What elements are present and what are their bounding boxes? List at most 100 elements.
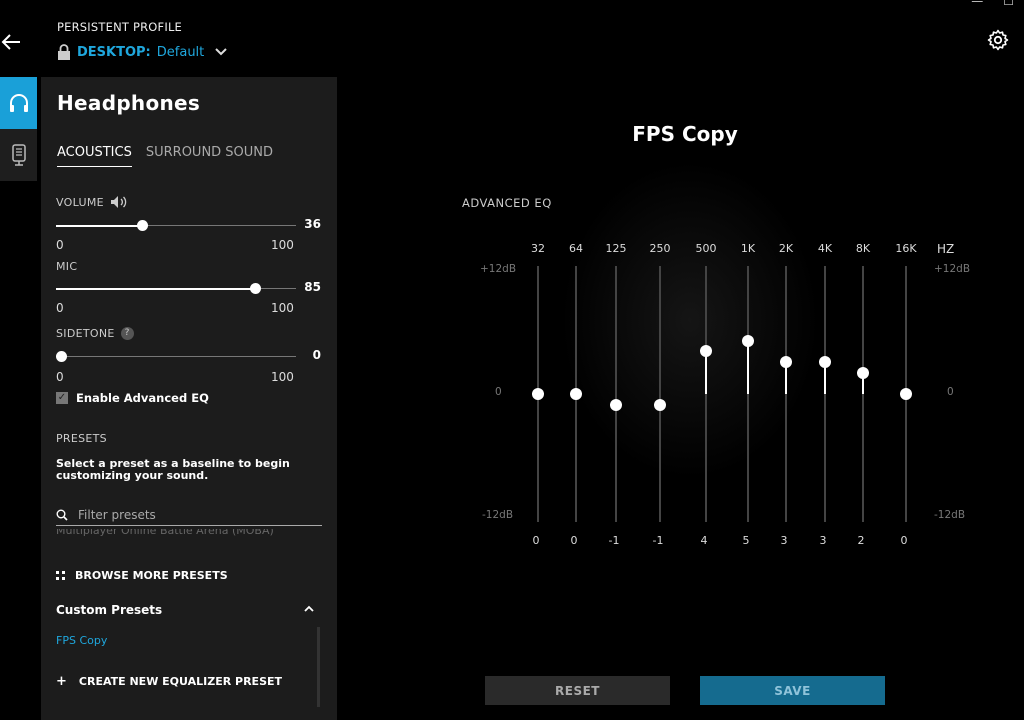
eq-track	[747, 266, 749, 522]
sidetone-value: 0	[312, 348, 321, 362]
browse-more-presets-button[interactable]: BROWSE MORE PRESETS	[56, 569, 228, 582]
eq-track	[659, 266, 661, 522]
volume-slider[interactable]	[56, 220, 296, 232]
advanced-eq-label: ADVANCED EQ	[462, 196, 552, 210]
grid-icon	[56, 571, 65, 580]
eq-gain-value: 0	[570, 534, 578, 547]
sidetone-label: SIDETONE	[56, 327, 115, 340]
mic-slider[interactable]	[56, 283, 296, 295]
window-controls: — ☐	[971, 0, 1014, 8]
custom-preset-item[interactable]: FPS Copy	[56, 634, 107, 647]
scale-mid-left: 0	[495, 386, 502, 398]
help-icon[interactable]: ?	[120, 327, 134, 340]
mic-value: 85	[304, 280, 321, 294]
eq-handle[interactable]	[900, 388, 912, 400]
sidetone-slider[interactable]	[56, 351, 296, 363]
eq-frequency-label: 125	[605, 242, 627, 255]
advanced-eq-label: Enable Advanced EQ	[76, 391, 209, 405]
eq-handle[interactable]	[857, 366, 869, 379]
preset-list-item[interactable]: Multiplayer Online Battle Arena (MOBA)	[56, 529, 274, 539]
maximize-icon[interactable]: ☐	[1003, 0, 1014, 8]
eq-gain-value: 3	[819, 534, 827, 547]
device-tab-rail	[0, 77, 37, 181]
scale-top-right: +12dB	[934, 263, 971, 275]
eq-track	[824, 266, 826, 522]
panel-scrollbar[interactable]	[317, 627, 320, 707]
eq-band-16k[interactable]	[896, 266, 916, 522]
eq-track	[785, 266, 787, 522]
headphones-icon	[9, 94, 28, 112]
hz-label: HZ	[937, 242, 955, 256]
custom-presets-heading[interactable]: Custom Presets	[56, 603, 162, 617]
tab-acoustics[interactable]: ACOUSTICS	[57, 145, 132, 167]
mic-min: 0	[56, 301, 64, 315]
chevron-up-icon[interactable]	[303, 604, 315, 614]
tab-surround-sound[interactable]: SURROUND SOUND	[146, 145, 273, 167]
volume-label: VOLUME	[56, 195, 104, 209]
eq-track	[705, 266, 707, 522]
eq-gain-value: 0	[900, 534, 908, 547]
microphone-icon	[11, 144, 26, 166]
gear-icon[interactable]	[986, 28, 1010, 52]
lock-icon	[58, 44, 70, 60]
eq-handle[interactable]	[532, 388, 544, 400]
create-preset-button[interactable]: + CREATE NEW EQUALIZER PRESET	[56, 674, 282, 689]
eq-frequency-label: 500	[695, 242, 717, 255]
eq-band-32[interactable]	[528, 266, 548, 522]
scale-bottom-left: -12dB	[482, 509, 514, 521]
eq-gain-value: -1	[652, 534, 664, 547]
eq-frequency-label: 8K	[855, 242, 871, 255]
eq-band-64[interactable]	[566, 266, 586, 522]
minimize-icon[interactable]: —	[971, 0, 983, 8]
eq-band-250[interactable]	[650, 266, 670, 522]
save-button[interactable]: SAVE	[700, 676, 885, 705]
scale-top-left: +12dB	[480, 263, 517, 275]
eq-frequency-label: 4K	[817, 242, 833, 255]
back-arrow-icon[interactable]	[0, 30, 24, 54]
reset-button[interactable]: RESET	[485, 676, 670, 705]
eq-handle[interactable]	[610, 398, 622, 411]
eq-band-4k[interactable]	[815, 266, 835, 522]
eq-gain-value: 3	[780, 534, 788, 547]
eq-frequency-label: 16K	[895, 242, 917, 255]
eq-band-500[interactable]	[696, 266, 716, 522]
speaker-icon	[110, 196, 127, 208]
advanced-eq-checkbox[interactable]: ✓	[56, 392, 68, 404]
eq-handle[interactable]	[700, 345, 712, 358]
scale-bottom-right: -12dB	[934, 509, 966, 521]
eq-handle[interactable]	[780, 356, 792, 368]
filter-placeholder: Filter presets	[78, 507, 156, 522]
search-icon	[56, 509, 68, 521]
eq-gain-value: -1	[608, 534, 620, 547]
eq-band-1k[interactable]	[738, 266, 758, 522]
sidetone-slider-handle[interactable]	[56, 351, 67, 362]
eq-handle[interactable]	[819, 356, 831, 368]
filter-presets-input[interactable]: Filter presets	[56, 504, 322, 526]
eq-frequency-label: 2K	[778, 242, 794, 255]
tab-microphone[interactable]	[0, 129, 37, 181]
eq-handle[interactable]	[570, 388, 582, 400]
eq-band-8k[interactable]	[853, 266, 873, 522]
mic-label: MIC	[56, 260, 78, 273]
profile-device: DESKTOP:	[77, 44, 151, 60]
eq-band-2k[interactable]	[776, 266, 796, 522]
preset-title: FPS Copy	[632, 122, 738, 146]
eq-track	[615, 266, 617, 522]
mic-slider-handle[interactable]	[250, 283, 261, 294]
volume-slider-handle[interactable]	[137, 220, 148, 231]
eq-gain-value: 5	[742, 534, 750, 547]
plus-icon: +	[56, 674, 67, 689]
volume-value: 36	[304, 217, 321, 231]
tab-headphones[interactable]	[0, 77, 37, 129]
profile-selector[interactable]: DESKTOP: Default	[57, 44, 228, 60]
advanced-eq-toggle[interactable]: ✓ Enable Advanced EQ	[56, 391, 209, 405]
eq-active-fill	[705, 351, 707, 394]
eq-track	[862, 266, 864, 522]
presets-heading: PRESETS	[56, 432, 107, 445]
eq-handle[interactable]	[654, 398, 666, 411]
eq-gain-value: 0	[532, 534, 540, 547]
eq-band-125[interactable]	[606, 266, 626, 522]
eq-handle[interactable]	[742, 334, 754, 347]
volume-max: 100	[271, 238, 294, 252]
scale-mid-right: 0	[947, 386, 954, 398]
